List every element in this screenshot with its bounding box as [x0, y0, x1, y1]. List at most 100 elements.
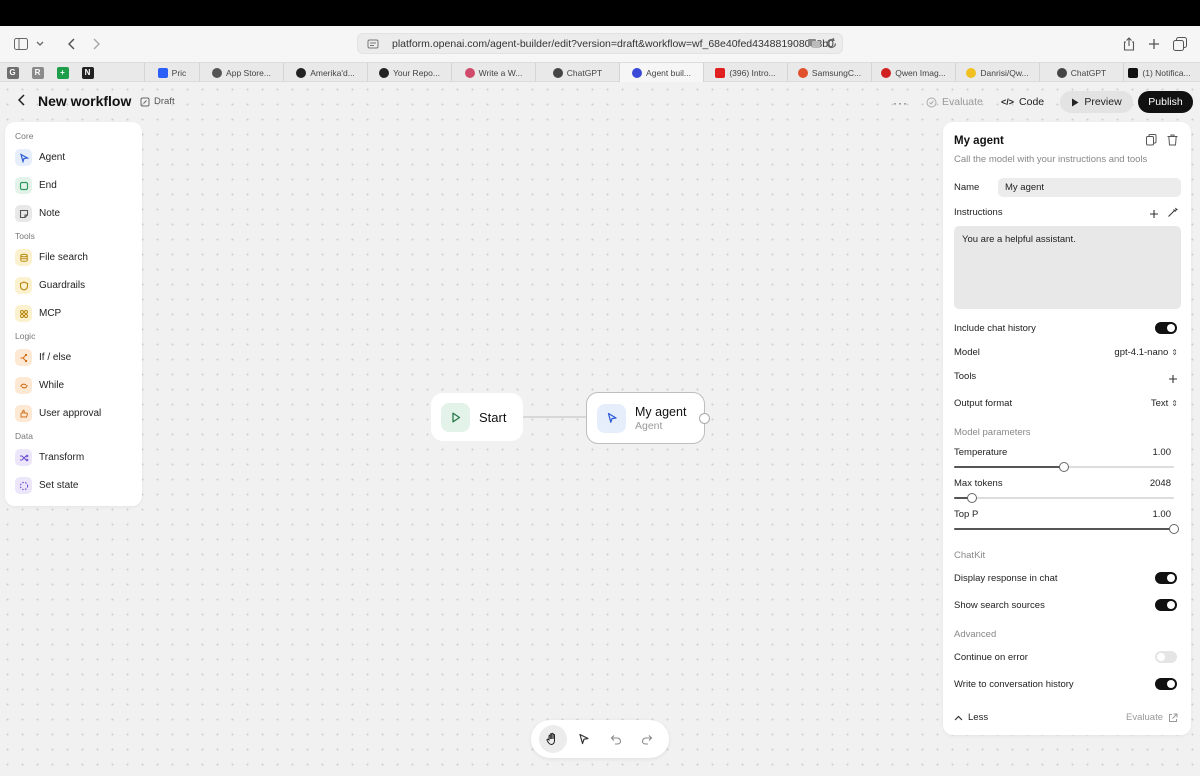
palette-item-if-else[interactable]: If / else — [15, 349, 71, 366]
brand-icon — [157, 67, 168, 78]
sidebar-toggle-icon[interactable] — [11, 34, 31, 54]
show-sources-toggle[interactable] — [1155, 599, 1177, 611]
start-node-label: Start — [479, 409, 507, 425]
preview-label: Preview — [1084, 96, 1122, 108]
instructions-textarea[interactable]: You are a helpful assistant. — [954, 226, 1181, 309]
while-icon — [15, 377, 32, 394]
palette-item-mcp[interactable]: MCP — [15, 305, 61, 322]
palette-item-end[interactable]: End — [15, 177, 57, 194]
x-icon — [1128, 67, 1139, 78]
add-tool-icon[interactable] — [1168, 371, 1178, 389]
browser-tab[interactable]: ChatGPT — [1039, 63, 1123, 82]
add-icon[interactable] — [1149, 206, 1159, 224]
output-handle[interactable] — [699, 413, 710, 424]
magic-edit-icon[interactable] — [1167, 205, 1179, 223]
pinned-tab[interactable]: + — [50, 63, 75, 82]
model-select[interactable]: gpt-4.1-nano ⇕ — [1114, 347, 1178, 358]
tab-label: SamsungC... — [811, 67, 862, 78]
slider-knob[interactable] — [1169, 524, 1179, 534]
browser-tab[interactable]: Danrisi/Qw... — [955, 63, 1039, 82]
palette-item-guardrails[interactable]: Guardrails — [15, 277, 85, 294]
tab-label: Write a W... — [478, 67, 523, 78]
code-button[interactable]: </> Code — [1001, 91, 1044, 113]
slider-knob[interactable] — [966, 493, 977, 503]
display-response-label: Display response in chat — [954, 573, 1058, 584]
palette-item-label: End — [39, 180, 57, 191]
forward-icon[interactable] — [86, 34, 106, 54]
top-p-slider[interactable] — [954, 524, 1179, 534]
workflow-canvas[interactable]: New workflow Draft ··· Evaluate </> Code… — [0, 82, 1200, 776]
pointer-tool-icon[interactable] — [570, 725, 598, 753]
palette-item-transform[interactable]: Transform — [15, 449, 84, 466]
tab-overview-icon[interactable] — [1170, 34, 1190, 54]
less-button[interactable]: Less — [954, 712, 988, 723]
evaluate-link[interactable]: Evaluate — [1126, 712, 1178, 723]
address-bar[interactable]: platform.openai.com/agent-builder/edit?v… — [357, 33, 843, 54]
browser-tab[interactable]: Qwen Imag... — [871, 63, 955, 82]
preview-button[interactable]: Preview — [1060, 91, 1133, 113]
palette-item-user-approval[interactable]: User approval — [15, 405, 101, 422]
start-node[interactable]: Start — [431, 393, 523, 441]
browser-tab[interactable]: ChatGPT — [535, 63, 619, 82]
display-response-toggle[interactable] — [1155, 572, 1177, 584]
draft-badge[interactable]: Draft — [140, 96, 175, 107]
continue-on-error-toggle[interactable] — [1155, 651, 1177, 663]
section-logic: Logic — [15, 331, 36, 341]
palette-item-note[interactable]: Note — [15, 205, 60, 222]
browser-tab[interactable]: Your Repo... — [367, 63, 451, 82]
output-format-select[interactable]: Text ⇕ — [1151, 398, 1178, 409]
youtube-icon — [715, 67, 726, 78]
hand-tool-icon[interactable] — [538, 725, 567, 753]
browser-tab-active[interactable]: Agent buil... — [619, 63, 703, 82]
palette-item-set-state[interactable]: Set state — [15, 477, 78, 494]
back-arrow-icon[interactable] — [15, 93, 29, 107]
publish-button[interactable]: Publish — [1138, 91, 1193, 113]
browser-tab[interactable]: SamsungC... — [787, 63, 871, 82]
tab-label: (1) Notifica... — [1142, 67, 1191, 78]
duplicate-icon[interactable] — [1146, 133, 1157, 151]
undo-icon[interactable] — [602, 725, 630, 753]
chevron-up-icon — [954, 715, 963, 720]
pinned-tab[interactable]: G — [0, 63, 25, 82]
browser-tab[interactable]: App Store... — [199, 63, 283, 82]
evaluate-button[interactable]: Evaluate — [926, 91, 983, 113]
pinned-tab[interactable]: N — [75, 63, 100, 82]
model-params-heading: Model parameters — [954, 427, 1031, 438]
palette-item-file-search[interactable]: File search — [15, 249, 88, 266]
include-history-toggle[interactable] — [1155, 322, 1177, 334]
reload-icon[interactable] — [825, 37, 838, 53]
redo-icon[interactable] — [633, 725, 661, 753]
palette-item-while[interactable]: While — [15, 377, 64, 394]
agent-icon — [597, 403, 626, 433]
palette-item-agent[interactable]: Agent — [15, 149, 65, 166]
tab-spacer — [100, 63, 144, 81]
trash-icon[interactable] — [1167, 133, 1178, 151]
agent-node[interactable]: My agent Agent — [586, 392, 710, 444]
write-history-toggle[interactable] — [1155, 678, 1177, 690]
model-label: Model — [954, 347, 980, 358]
browser-tab[interactable]: Pric — [144, 63, 199, 82]
guardrails-icon — [15, 277, 32, 294]
more-options-icon[interactable]: ··· — [893, 96, 908, 110]
temperature-slider[interactable] — [954, 462, 1174, 472]
translate-icon[interactable] — [807, 37, 821, 53]
site-settings-icon[interactable] — [367, 38, 379, 50]
back-icon[interactable] — [62, 34, 82, 54]
max-tokens-slider[interactable] — [954, 493, 1174, 503]
pinned-tab[interactable]: R — [25, 63, 50, 82]
browser-tab[interactable]: Write a W... — [451, 63, 535, 82]
browser-tab[interactable]: Amerika'd... — [283, 63, 367, 82]
end-icon — [15, 177, 32, 194]
slider-knob[interactable] — [1059, 462, 1069, 472]
chevron-down-icon[interactable] — [30, 34, 50, 54]
browser-tab[interactable]: (1) Notifica... — [1123, 63, 1195, 82]
share-icon[interactable] — [1119, 34, 1139, 54]
panel-description: Call the model with your instructions an… — [954, 154, 1148, 165]
name-label: Name — [954, 182, 980, 193]
name-input[interactable]: My agent — [998, 178, 1181, 197]
palette-item-label: If / else — [39, 352, 72, 363]
huggingface-icon — [966, 67, 977, 78]
new-tab-icon[interactable] — [1144, 34, 1164, 54]
palette-item-label: Set state — [39, 480, 79, 491]
browser-tab[interactable]: (396) Intro... — [703, 63, 787, 82]
